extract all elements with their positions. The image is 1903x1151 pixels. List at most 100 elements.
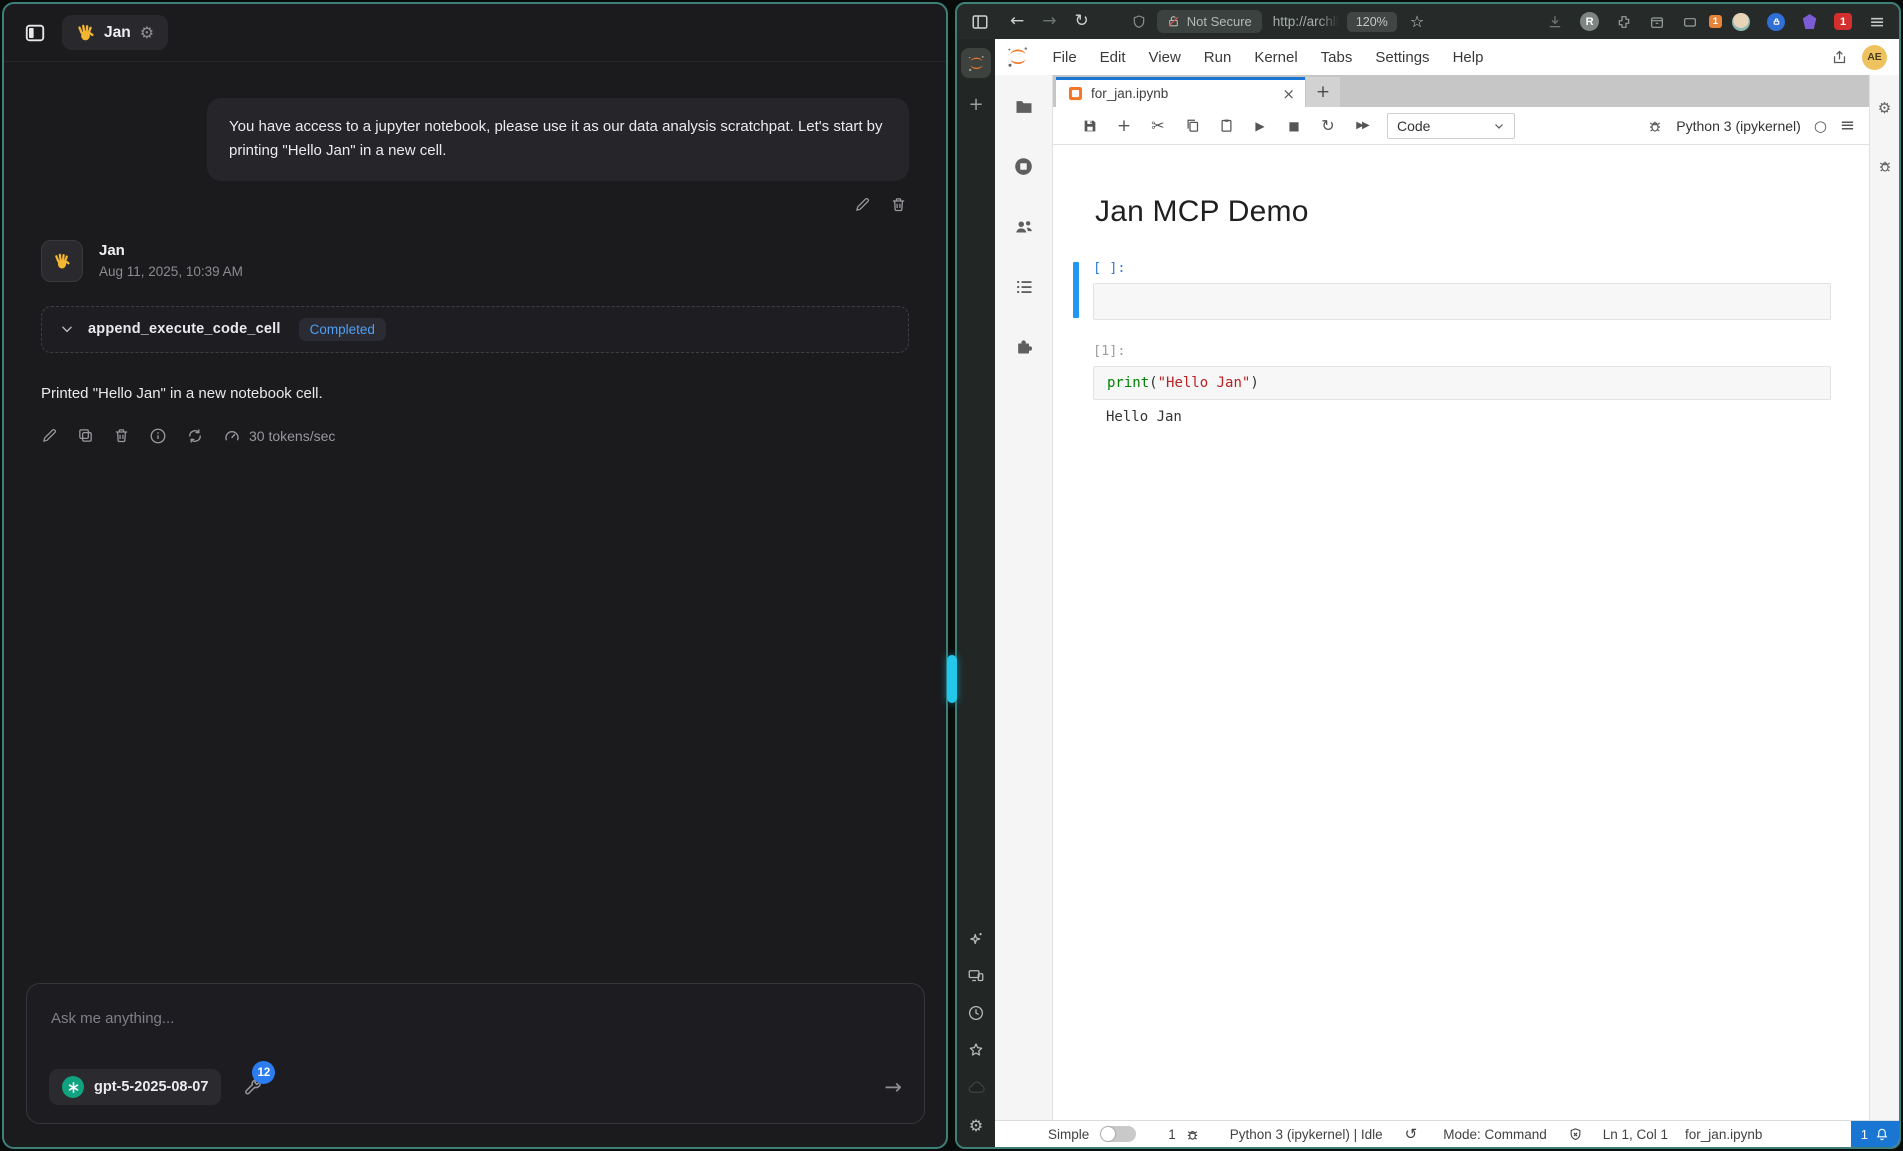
save-icon[interactable]	[1073, 118, 1107, 134]
kernel-name[interactable]: Python 3 (ipykernel)	[1676, 118, 1801, 134]
notifications-button[interactable]: 1	[1851, 1121, 1899, 1147]
tools-count-badge: 12	[252, 1061, 275, 1084]
chevron-down-icon	[60, 322, 74, 336]
extension-privacy-icon[interactable]	[1767, 13, 1785, 31]
restart-run-all-icon[interactable]: ▶▶	[1345, 120, 1379, 131]
forward-button[interactable]: →	[1042, 13, 1056, 30]
interrupt-kernel-icon[interactable]: ■	[1277, 119, 1311, 133]
history-icon[interactable]: ↺	[1405, 1125, 1418, 1143]
cell-editor-code[interactable]: print("Hello Jan")	[1093, 366, 1831, 400]
thread-settings-icon[interactable]: ⚙	[140, 25, 154, 41]
debugger-sidebar-icon[interactable]	[1877, 158, 1893, 174]
message-input[interactable]: Ask me anything... gpt-5-2025-08-07 12 →	[26, 983, 925, 1124]
history-clock-icon[interactable]	[967, 1004, 985, 1022]
edit-message-button[interactable]	[854, 196, 871, 213]
back-button[interactable]: ←	[1010, 13, 1024, 30]
menu-tabs[interactable]: Tabs	[1309, 49, 1364, 66]
reload-button[interactable]: ↻	[1075, 13, 1089, 30]
ai-sparkle-icon[interactable]	[967, 930, 985, 948]
notebook-tab[interactable]: for_jan.ipynb ×	[1056, 77, 1305, 107]
menu-edit[interactable]: Edit	[1088, 49, 1137, 66]
markdown-heading: Jan MCP Demo	[1095, 195, 1831, 229]
delete-message-button[interactable]	[890, 196, 907, 213]
browser-toolbar-right: R 1 1 ≡	[1547, 11, 1885, 33]
cell-type-select[interactable]: Code	[1387, 113, 1515, 139]
kernel-status-text[interactable]: Python 3 (ipykernel) | Idle	[1230, 1127, 1383, 1142]
close-tab-icon[interactable]: ×	[1282, 85, 1295, 103]
browser-settings-gear-icon[interactable]: ⚙	[969, 1116, 983, 1135]
user-avatar[interactable]: AE	[1862, 45, 1887, 70]
thread-title-button[interactable]: Jan ⚙	[62, 15, 168, 50]
debugger-bug-icon[interactable]	[1647, 118, 1663, 134]
edit-response-button[interactable]	[41, 427, 58, 444]
input-placeholder: Ask me anything...	[51, 1010, 900, 1027]
cell-editor-empty[interactable]	[1093, 283, 1831, 320]
browser-menu-icon[interactable]: ≡	[1869, 11, 1885, 33]
statusbar-filename: for_jan.ipynb	[1685, 1127, 1762, 1142]
model-selector[interactable]: gpt-5-2025-08-07	[49, 1069, 221, 1105]
statusbar-bug-icon[interactable]	[1185, 1127, 1200, 1142]
security-chip[interactable]: Not Secure	[1157, 10, 1262, 33]
bookmarks-star-icon[interactable]	[967, 1041, 985, 1059]
wave-hand-icon	[76, 23, 95, 42]
archive-box-icon[interactable]	[1649, 14, 1665, 30]
share-icon[interactable]	[1831, 49, 1848, 66]
kernel-status-icon[interactable]: ○	[1814, 117, 1827, 135]
browser-sidebar-toggle-icon[interactable]	[971, 13, 989, 31]
tool-call-accordion[interactable]: append_execute_code_cell Completed	[41, 306, 909, 353]
table-of-contents-icon[interactable]	[1014, 277, 1034, 297]
terminal-count[interactable]: 1	[1168, 1127, 1176, 1142]
security-label: Not Secure	[1187, 14, 1252, 29]
browser-window: ← → ↻ Not Secure http://archli 120% ☆ R	[955, 2, 1901, 1149]
window-icon[interactable]	[1682, 14, 1698, 30]
restart-kernel-icon[interactable]: ↻	[1311, 116, 1345, 135]
toolbar-menu-icon[interactable]: ≡	[1840, 115, 1855, 136]
extension-avatar-icon[interactable]	[1732, 13, 1750, 31]
extension-manager-icon[interactable]	[1014, 336, 1034, 356]
address-bar[interactable]: http://archli	[1273, 14, 1339, 29]
jupyterlab-left-sidebar	[995, 75, 1053, 1120]
menu-run[interactable]: Run	[1192, 49, 1243, 66]
add-cell-icon[interactable]: +	[1107, 116, 1141, 136]
copy-cells-icon[interactable]	[1175, 118, 1209, 133]
tools-button[interactable]: 12	[243, 1077, 263, 1097]
menu-kernel[interactable]: Kernel	[1243, 49, 1309, 66]
shield-icon[interactable]	[1131, 14, 1147, 30]
zoom-level-chip[interactable]: 120%	[1347, 12, 1397, 32]
download-icon[interactable]	[1547, 14, 1563, 30]
collaboration-users-icon[interactable]	[1013, 216, 1035, 238]
devices-icon[interactable]	[967, 967, 985, 985]
info-button[interactable]	[149, 427, 167, 445]
extension-crystal-icon[interactable]	[1802, 14, 1817, 29]
notification-count: 1	[1861, 1127, 1868, 1142]
regenerate-button[interactable]	[186, 427, 204, 445]
copy-response-button[interactable]	[77, 427, 94, 444]
file-browser-icon[interactable]	[1014, 97, 1034, 117]
running-kernels-icon[interactable]	[1013, 156, 1034, 177]
profile-badge[interactable]: R	[1580, 12, 1599, 31]
extension-puzzle-icon[interactable]	[1616, 14, 1632, 30]
cloud-icon[interactable]	[967, 1078, 986, 1097]
notification-count-badge[interactable]: 1	[1834, 13, 1852, 30]
run-cell-icon[interactable]: ▶	[1243, 119, 1277, 133]
menu-file[interactable]: File	[1041, 49, 1088, 66]
new-tab-button[interactable]: +	[968, 94, 983, 115]
menu-view[interactable]: View	[1137, 49, 1192, 66]
jupyter-browser-tab[interactable]	[961, 48, 991, 78]
cursor-position[interactable]: Ln 1, Col 1	[1603, 1127, 1668, 1142]
delete-response-button[interactable]	[113, 427, 130, 444]
model-name: gpt-5-2025-08-07	[94, 1079, 208, 1095]
menu-help[interactable]: Help	[1441, 49, 1495, 66]
speedometer-icon	[223, 427, 241, 445]
menu-settings[interactable]: Settings	[1364, 49, 1441, 66]
send-button[interactable]: →	[884, 1077, 902, 1098]
bookmark-star-icon[interactable]: ☆	[1410, 14, 1424, 30]
generation-speed: 30 tokens/sec	[223, 427, 335, 445]
sidebar-toggle-button[interactable]	[24, 22, 46, 44]
paste-cells-icon[interactable]	[1209, 118, 1243, 133]
property-inspector-icon[interactable]: ⚙	[1878, 101, 1891, 116]
command-mode-text[interactable]: Mode: Command	[1443, 1127, 1547, 1142]
new-launcher-button[interactable]: +	[1306, 77, 1340, 107]
cut-cells-icon[interactable]: ✂	[1141, 116, 1175, 135]
simple-mode-toggle[interactable]	[1100, 1126, 1136, 1142]
